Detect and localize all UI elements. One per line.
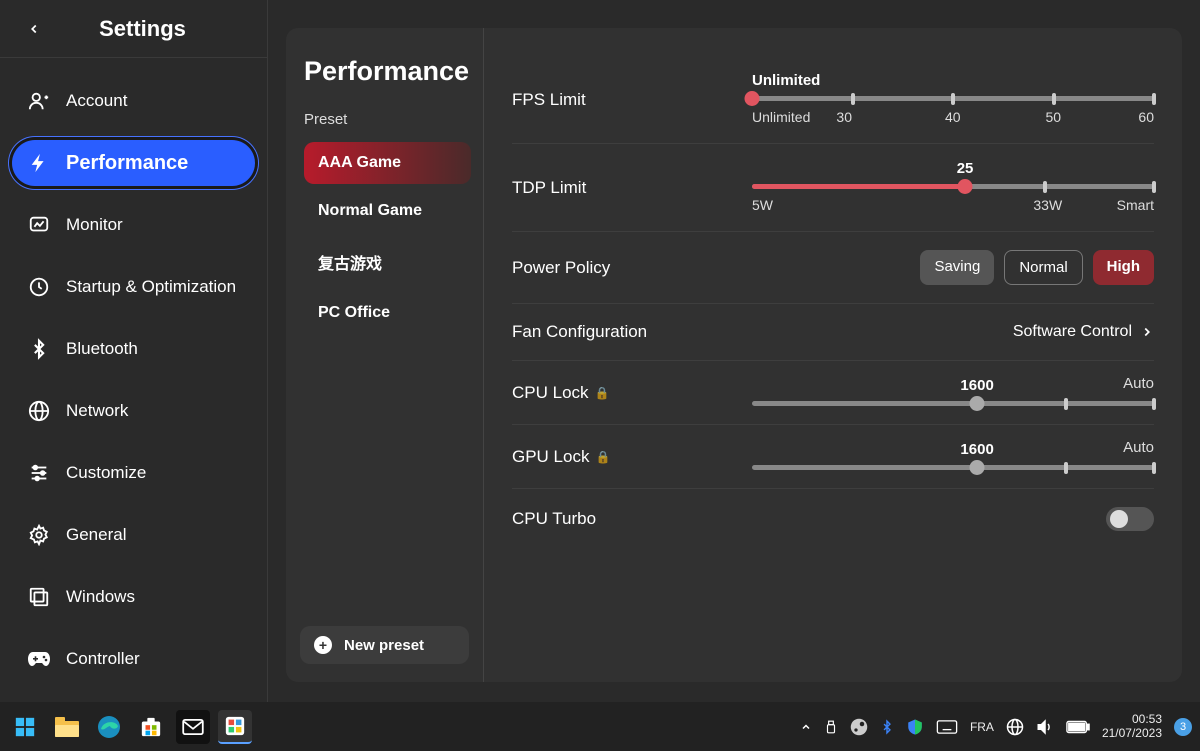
gpu-lock-value: 1600 — [960, 441, 993, 458]
edge-browser-icon[interactable] — [92, 710, 126, 744]
cpu-lock-label: CPU Lock — [512, 383, 589, 403]
lock-icon: 🔒 — [595, 450, 610, 464]
sidebar-item-windows[interactable]: Windows — [12, 574, 255, 620]
sidebar-item-startup-optimization[interactable]: Startup & Optimization — [12, 264, 255, 310]
sidebar-item-customize[interactable]: Customize — [12, 450, 255, 496]
preset-panel: Performance Preset AAA Game Normal Game 复古… — [286, 28, 483, 682]
power-option-high[interactable]: High — [1093, 250, 1154, 285]
settings-sidebar: Settings Account Performance Monitor Startu… — [0, 0, 268, 702]
language-indicator[interactable]: FRA — [970, 720, 994, 734]
gpu-lock-auto: Auto — [1123, 439, 1154, 456]
network-icon — [26, 398, 52, 424]
power-policy-label: Power Policy — [512, 258, 752, 278]
tdp-limit-label: TDP Limit — [512, 178, 752, 198]
cpu-turbo-toggle[interactable] — [1106, 507, 1154, 531]
windows-icon — [26, 584, 52, 610]
preset-item[interactable]: Normal Game — [304, 190, 471, 232]
new-preset-button[interactable]: + New preset — [300, 626, 469, 664]
cpu-turbo-label: CPU Turbo — [512, 509, 752, 529]
bluetooth-icon — [26, 336, 52, 362]
controller-icon — [26, 646, 52, 672]
sidebar-item-general[interactable]: General — [12, 512, 255, 558]
start-button[interactable] — [8, 710, 42, 744]
settings-title: Settings — [34, 16, 251, 42]
performance-heading: Performance — [304, 56, 471, 87]
network-tray-icon[interactable] — [1006, 718, 1024, 736]
taskbar-clock[interactable]: 00:53 21/07/2023 — [1102, 713, 1162, 741]
preset-label: Preset — [304, 111, 471, 128]
fan-config-label: Fan Configuration — [512, 322, 752, 342]
bolt-icon — [26, 150, 52, 176]
gpu-lock-slider[interactable]: 1600 Auto — [752, 443, 1154, 470]
fan-config-row[interactable]: Software Control — [752, 323, 1154, 341]
cpu-lock-auto: Auto — [1123, 375, 1154, 392]
bluetooth-tray-icon[interactable] — [880, 718, 894, 736]
tray-chevron-icon[interactable] — [800, 721, 812, 733]
fps-limit-label: FPS Limit — [512, 90, 752, 110]
cpu-lock-value: 1600 — [960, 377, 993, 394]
sidebar-item-network[interactable]: Network — [12, 388, 255, 434]
customize-icon — [26, 460, 52, 486]
keyboard-tray-icon[interactable] — [936, 720, 958, 734]
preset-item[interactable]: 复古游戏 — [304, 238, 471, 286]
preset-item[interactable]: PC Office — [304, 292, 471, 334]
account-icon — [26, 88, 52, 114]
app-icon[interactable] — [218, 710, 252, 744]
tdp-limit-slider[interactable]: 25 5W 33W Smart — [752, 162, 1154, 213]
sidebar-item-monitor[interactable]: Monitor — [12, 202, 255, 248]
preset-item[interactable]: AAA Game — [304, 142, 471, 184]
mail-app-icon[interactable] — [176, 710, 210, 744]
ms-store-icon[interactable] — [134, 710, 168, 744]
performance-settings-panel: FPS Limit Unlimited Unlimited — [483, 28, 1182, 682]
windows-taskbar: FRA 00:53 21/07/2023 3 — [0, 702, 1200, 751]
monitor-icon — [26, 212, 52, 238]
new-preset-label: New preset — [344, 637, 424, 654]
file-explorer-icon[interactable] — [50, 710, 84, 744]
sidebar-item-bluetooth[interactable]: Bluetooth — [12, 326, 255, 372]
lock-icon: 🔒 — [595, 386, 610, 400]
sidebar-item-controller[interactable]: Controller — [12, 636, 255, 682]
tdp-limit-value: 25 — [957, 160, 974, 177]
gpu-lock-label: GPU Lock — [512, 447, 589, 467]
notification-badge[interactable]: 3 — [1174, 718, 1192, 736]
battery-tray-icon[interactable] — [1066, 720, 1090, 734]
steam-icon[interactable] — [850, 718, 868, 736]
security-tray-icon[interactable] — [906, 718, 924, 736]
startup-icon — [26, 274, 52, 300]
power-option-saving[interactable]: Saving — [920, 250, 994, 285]
fan-config-value: Software Control — [1013, 323, 1132, 341]
fps-limit-value: Unlimited — [752, 72, 820, 89]
usb-icon[interactable] — [824, 718, 838, 736]
fps-limit-slider[interactable]: Unlimited Unlimited 30 40 50 — [752, 74, 1154, 125]
general-icon — [26, 522, 52, 548]
volume-tray-icon[interactable] — [1036, 718, 1054, 736]
cpu-lock-slider[interactable]: 1600 Auto — [752, 379, 1154, 406]
plus-icon: + — [314, 636, 332, 654]
sidebar-item-performance[interactable]: Performance — [12, 140, 255, 186]
sidebar-item-account[interactable]: Account — [12, 78, 255, 124]
chevron-right-icon — [1140, 325, 1154, 339]
power-option-normal[interactable]: Normal — [1004, 250, 1082, 285]
